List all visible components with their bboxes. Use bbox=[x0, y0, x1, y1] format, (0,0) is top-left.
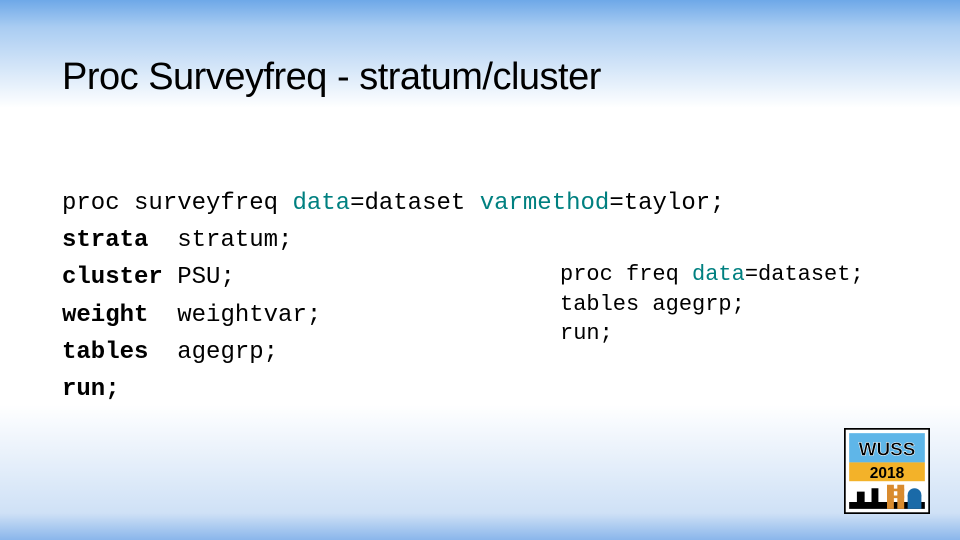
kw-run: run; bbox=[62, 376, 120, 403]
arg-agegrp: agegrp; bbox=[177, 339, 278, 366]
slide-title: Proc Surveyfreq - stratum/cluster bbox=[62, 56, 601, 99]
logo-skyline-icon bbox=[849, 481, 925, 509]
arg-stratum: stratum; bbox=[177, 227, 292, 254]
arg-psu: PSU; bbox=[177, 264, 235, 291]
side-line-tables: tables agegrp; bbox=[560, 290, 864, 320]
val-dataset: =dataset bbox=[350, 190, 480, 217]
arg-weightvar: weightvar; bbox=[177, 302, 321, 329]
logo-text-wuss: WUSS bbox=[859, 440, 916, 461]
wuss-2018-logo: WUSS 2018 bbox=[844, 428, 930, 514]
side-opt-data: data bbox=[692, 262, 745, 287]
kw-weight: weight bbox=[62, 302, 148, 329]
kw-proc-freq: proc freq bbox=[560, 262, 679, 287]
opt-data: data bbox=[292, 190, 350, 217]
side-line-proc: proc freq data=dataset; bbox=[560, 260, 864, 290]
kw-tables: tables bbox=[62, 339, 148, 366]
kw-cluster: cluster bbox=[62, 264, 163, 291]
side-val-dataset: =dataset; bbox=[745, 262, 864, 287]
val-taylor: =taylor; bbox=[609, 190, 724, 217]
logo-text-year: 2018 bbox=[870, 465, 905, 482]
kw-proc-surveyfreq: proc surveyfreq bbox=[62, 190, 278, 217]
side-code-block: proc freq data=dataset; tables agegrp; r… bbox=[560, 260, 864, 349]
kw-strata: strata bbox=[62, 227, 148, 254]
code-line-strata: strata stratum; bbox=[62, 222, 725, 259]
code-line-proc: proc surveyfreq data=dataset varmethod=t… bbox=[62, 185, 725, 222]
code-line-run: run; bbox=[62, 371, 725, 408]
side-line-run: run; bbox=[560, 319, 864, 349]
opt-varmethod: varmethod bbox=[480, 190, 610, 217]
